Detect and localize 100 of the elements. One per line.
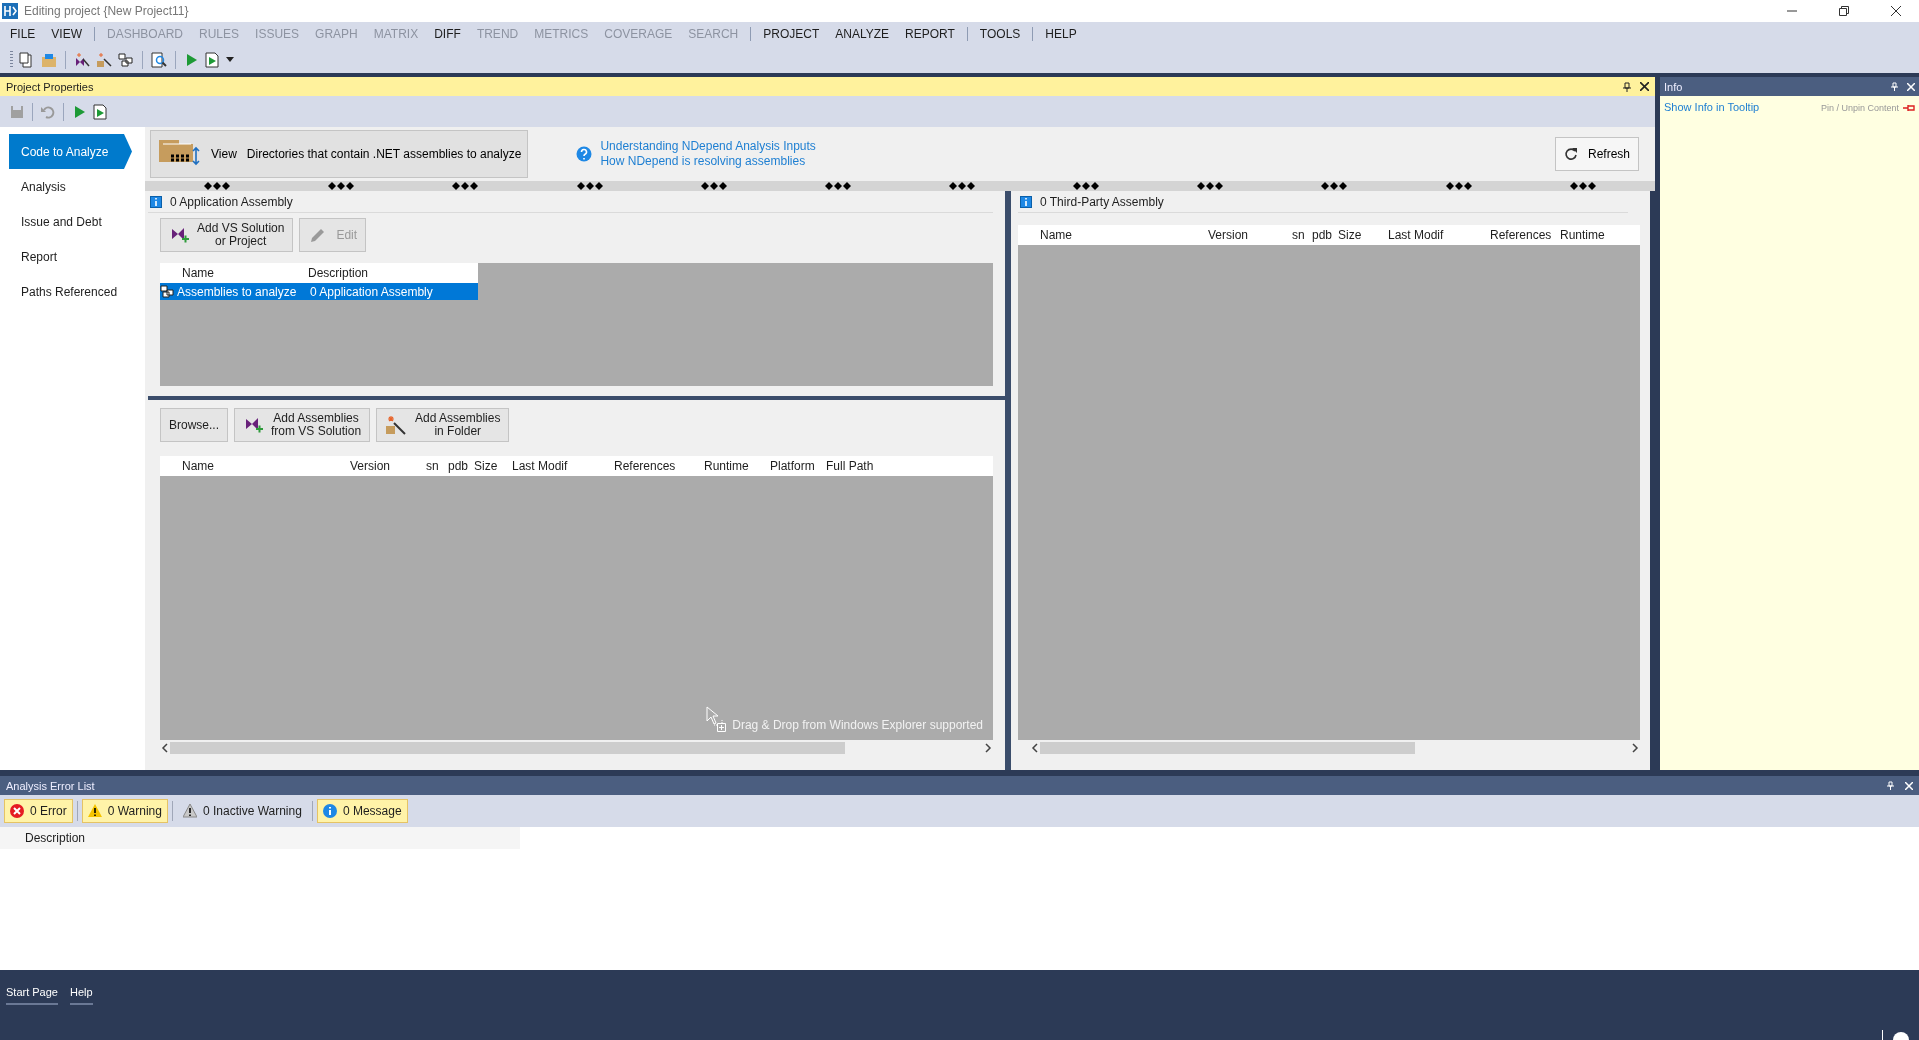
column-header[interactable]: sn — [1292, 228, 1312, 242]
chevron-right-icon[interactable] — [1630, 743, 1640, 753]
refresh-button[interactable]: Refresh — [1555, 137, 1639, 171]
column-header[interactable]: Version — [350, 459, 426, 473]
menu-item[interactable]: VIEW — [43, 27, 90, 41]
assemblies-icon — [160, 285, 174, 298]
document-tab[interactable]: Start Page — [6, 986, 58, 1005]
pin-label: Pin / Unpin Content — [1820, 102, 1899, 113]
panel-title: Info — [1664, 80, 1684, 93]
column-header[interactable]: Name — [160, 459, 350, 473]
splitter-grip-icon[interactable] — [452, 182, 479, 190]
assemblies-icon[interactable] — [118, 51, 134, 68]
run-icon[interactable] — [72, 104, 86, 119]
splitter-grip-icon[interactable] — [949, 182, 975, 190]
column-header[interactable]: pdb — [1312, 228, 1338, 242]
menu-item[interactable]: PROJECT — [755, 27, 828, 41]
add-button[interactable]: Add Assemblies from VS Solution — [234, 408, 371, 442]
run-report-icon[interactable] — [92, 103, 108, 120]
filter-toggle[interactable]: 0 Error — [4, 799, 73, 823]
help-link[interactable]: Understanding NDepend Analysis Inputs — [600, 139, 816, 154]
menu-item[interactable]: REPORT — [897, 27, 963, 41]
chevron-left-icon[interactable] — [1030, 743, 1040, 753]
tooltip-link[interactable]: Show Info in Tooltip — [1664, 100, 1760, 115]
add-button[interactable]: Add Assemblies in Folder — [376, 408, 510, 442]
column-header[interactable]: Runtime — [1560, 228, 1620, 242]
menu-item[interactable]: DIFF — [426, 27, 469, 41]
splitter-grip-icon[interactable] — [576, 182, 603, 190]
restore-icon — [1839, 6, 1849, 16]
nav-item[interactable]: Report — [9, 239, 132, 274]
info-icon — [150, 195, 162, 208]
folder-wand-icon — [385, 414, 408, 436]
column-header[interactable]: References — [614, 459, 704, 473]
refresh-icon — [1564, 147, 1578, 161]
new-project-icon[interactable] — [19, 51, 35, 68]
caret-icon[interactable] — [226, 56, 234, 63]
close-icon — [1891, 6, 1901, 16]
splitter-grip-icon[interactable] — [1197, 182, 1224, 190]
splitter-grip-icon[interactable] — [1569, 182, 1596, 190]
info-icon — [1020, 195, 1032, 208]
column-header[interactable]: Last Modif — [1388, 228, 1490, 242]
splitter-grip-icon[interactable] — [1445, 182, 1472, 190]
chevron-right-icon[interactable] — [983, 743, 993, 753]
pin-icon[interactable] — [1622, 81, 1632, 92]
column-header[interactable]: Description — [308, 266, 478, 280]
filter-toggle[interactable]: 0 Message — [316, 799, 408, 823]
menu-item[interactable]: HELP — [1037, 27, 1085, 41]
table-row[interactable]: Assemblies to analyze 0 Application Assembly — [160, 283, 478, 300]
document-tab[interactable]: Help — [70, 986, 93, 1005]
menu-item[interactable]: ANALYZE — [827, 27, 898, 41]
filter-toggle[interactable]: 0 Warning — [81, 799, 168, 823]
pin-icon[interactable] — [1903, 102, 1915, 113]
close-icon[interactable] — [1640, 82, 1649, 91]
column-header[interactable]: Size — [1338, 228, 1388, 242]
splitter-grip-icon[interactable] — [1073, 182, 1100, 190]
view-button[interactable]: View Directories that contain .NET assemblies to analyze — [150, 130, 529, 178]
column-header[interactable]: Name — [160, 266, 308, 280]
nav-item[interactable]: Issue and Debt — [9, 204, 132, 239]
column-header[interactable]: References — [1490, 228, 1560, 242]
filter-toggle[interactable]: 0 Inactive Warning — [176, 799, 308, 823]
open-folder-icon[interactable] — [41, 51, 57, 68]
add-button[interactable]: Add VS Solution or Project — [160, 218, 294, 252]
menu-item[interactable]: TOOLS — [971, 27, 1029, 41]
error-icon — [10, 804, 24, 818]
panel-title: Project Properties — [6, 80, 95, 93]
nav-item[interactable]: Paths Referenced — [9, 274, 132, 309]
column-header[interactable]: Full Path — [826, 459, 906, 473]
browse-button[interactable]: Browse... — [160, 408, 228, 442]
table-cell-text: 0 Application Assembly — [309, 284, 434, 299]
splitter[interactable] — [145, 181, 1655, 191]
run-report-icon[interactable] — [204, 51, 220, 68]
nav-item[interactable]: Analysis — [9, 169, 132, 204]
splitter-grip-icon[interactable] — [824, 182, 851, 190]
section-title: 0 Application Assembly — [170, 194, 293, 209]
run-icon[interactable] — [184, 52, 198, 67]
vs-wand-icon[interactable] — [74, 51, 90, 68]
search-icon[interactable] — [151, 51, 167, 68]
drop-hint: Drag & Drop from Windows Explorer supported — [732, 718, 983, 732]
column-header[interactable]: sn — [426, 459, 448, 473]
help-link[interactable]: How NDepend is resolving assemblies — [600, 154, 816, 169]
help-icon — [576, 146, 593, 162]
column-header[interactable]: Version — [1208, 228, 1292, 242]
folder-wand-icon[interactable] — [96, 51, 112, 68]
splitter-grip-icon[interactable] — [328, 182, 355, 190]
column-header[interactable]: pdb — [448, 459, 474, 473]
info-icon — [322, 804, 337, 818]
column-header[interactable]: Description — [0, 827, 520, 849]
splitter-grip-icon[interactable] — [700, 182, 727, 190]
panel-title: Analysis Error List — [6, 779, 96, 792]
nav-item[interactable]: Code to Analyze — [9, 134, 132, 169]
column-header[interactable]: Name — [1018, 228, 1208, 242]
column-header[interactable]: Platform — [770, 459, 826, 473]
splitter-grip-icon[interactable] — [1321, 182, 1348, 190]
warning-icon — [87, 804, 102, 818]
menu-item[interactable]: FILE — [2, 27, 44, 41]
column-header[interactable]: Size — [474, 459, 512, 473]
chevron-left-icon[interactable] — [160, 743, 170, 753]
splitter-grip-icon[interactable] — [204, 182, 231, 190]
column-header[interactable]: Runtime — [704, 459, 770, 473]
column-header[interactable]: Last Modif — [512, 459, 614, 473]
table-cell-text: Assemblies to analyze — [176, 284, 298, 299]
